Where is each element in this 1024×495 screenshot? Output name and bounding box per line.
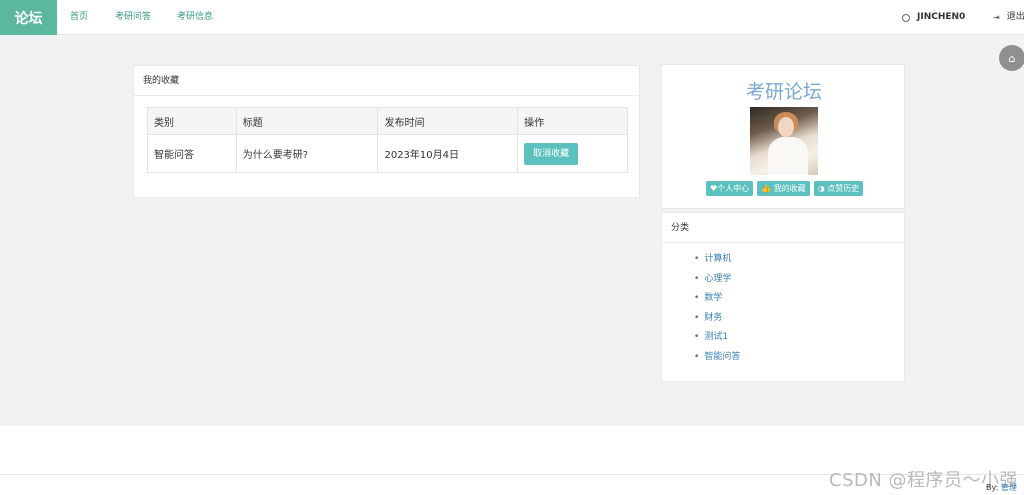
- logout-label: 退出: [1006, 12, 1024, 22]
- user-menu[interactable]: JINCHEN0: [902, 0, 965, 35]
- footer-by-label: By:: [986, 483, 999, 492]
- my-favorites-button[interactable]: 👍 我的收藏: [757, 181, 810, 196]
- category-item[interactable]: 测试1: [702, 328, 740, 348]
- footer-admin-link[interactable]: 管理: [1001, 483, 1017, 492]
- my-favorites-label: 我的收藏: [773, 184, 806, 193]
- category-item[interactable]: 财务: [702, 309, 740, 329]
- user-icon: [902, 13, 910, 22]
- header-date: 发布时间: [377, 107, 519, 135]
- category-item[interactable]: 心理学: [702, 270, 740, 290]
- cell-title-link[interactable]: 为什么要考研?: [235, 134, 379, 173]
- nav-link-qa[interactable]: 考研问答: [115, 0, 151, 35]
- avatar[interactable]: [750, 107, 818, 175]
- category-item[interactable]: 数学: [702, 289, 740, 309]
- home-float-button[interactable]: ⌂: [999, 45, 1024, 71]
- favorites-panel: 我的收藏 类别 标题 发布时间 操作 智能问答 为什么要考研? 2023年10月…: [133, 65, 640, 198]
- forum-title: 考研论坛: [745, 81, 822, 103]
- home-icon: ⌂: [1008, 51, 1016, 65]
- like-history-button[interactable]: ◑ 点赞历史: [813, 181, 864, 196]
- table-header-row: 类别 标题 发布时间 操作: [147, 107, 628, 135]
- favorites-table: 类别 标题 发布时间 操作 智能问答 为什么要考研? 2023年10月4日 取消…: [147, 107, 628, 173]
- like-history-label: 点赞历史: [827, 184, 860, 193]
- personal-center-label: 个人中心: [717, 184, 750, 193]
- nav-link-info[interactable]: 考研信息: [177, 0, 213, 35]
- category-list: 计算机 心理学 数学 财务 测试1 智能问答: [702, 250, 740, 367]
- footer-credit: By: 管理: [986, 482, 1017, 493]
- half-circle-icon: ◑: [817, 184, 828, 193]
- favorites-title: 我的收藏: [134, 66, 639, 96]
- logout-button[interactable]: ⇥ 退出: [993, 0, 1024, 35]
- cell-date: 2023年10月4日: [377, 134, 519, 173]
- brand-logo[interactable]: 论坛: [0, 0, 57, 35]
- cell-action: 取消收藏: [517, 134, 628, 173]
- header-action: 操作: [517, 107, 628, 135]
- cell-category: 智能问答: [147, 134, 237, 173]
- top-navbar: 论坛 首页 考研问答 考研信息 JINCHEN0 ⇥ 退出: [0, 0, 1024, 35]
- personal-center-button[interactable]: ♥个人中心: [706, 181, 754, 196]
- table-row: 智能问答 为什么要考研? 2023年10月4日 取消收藏: [147, 134, 628, 173]
- profile-buttons: ♥个人中心 👍 我的收藏 ◑ 点赞历史: [706, 181, 864, 196]
- username: JINCHEN0: [917, 12, 966, 22]
- header-title: 标题: [235, 107, 379, 135]
- category-title: 分类: [662, 213, 904, 243]
- thumbs-up-icon: 👍: [761, 184, 774, 193]
- profile-panel: 考研论坛 ♥个人中心 👍 我的收藏 ◑ 点赞历史: [661, 64, 905, 209]
- nav-link-home[interactable]: 首页: [70, 0, 88, 35]
- header-category: 类别: [147, 107, 237, 135]
- logout-icon: ⇥: [993, 13, 1000, 22]
- category-item[interactable]: 计算机: [702, 250, 740, 270]
- category-item[interactable]: 智能问答: [702, 348, 740, 368]
- cancel-favorite-button[interactable]: 取消收藏: [524, 142, 579, 165]
- category-panel: 分类 计算机 心理学 数学 财务 测试1 智能问答: [661, 212, 905, 382]
